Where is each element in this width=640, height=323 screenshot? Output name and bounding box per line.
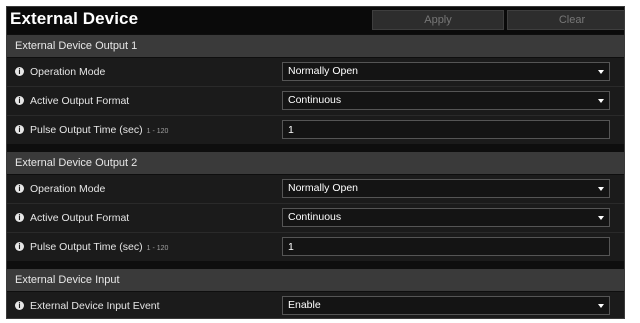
chevron-down-icon bbox=[598, 70, 604, 74]
info-icon[interactable]: i bbox=[15, 300, 24, 310]
row-label: i Pulse Output Time (sec) 1 - 120 bbox=[15, 233, 168, 261]
row-output2-active-output-format: i Active Output Format Continuous bbox=[7, 204, 624, 232]
output1-operation-mode-select[interactable]: Normally Open bbox=[282, 62, 610, 81]
operation-mode-label: Operation Mode bbox=[30, 183, 106, 195]
external-device-input-event-label: External Device Input Event bbox=[30, 300, 160, 312]
title-bar: External Device Apply Clear bbox=[7, 7, 624, 34]
select-value: Enable bbox=[288, 299, 321, 311]
range-hint: 1 - 120 bbox=[146, 128, 169, 135]
chevron-down-icon bbox=[598, 216, 604, 220]
row-output1-pulse-output-time: i Pulse Output Time (sec) 1 - 120 bbox=[7, 116, 624, 144]
active-output-format-label: Active Output Format bbox=[30, 212, 130, 224]
output2-active-output-format-select[interactable]: Continuous bbox=[282, 208, 610, 227]
select-value: Continuous bbox=[288, 211, 342, 223]
chevron-down-icon bbox=[598, 187, 604, 191]
output1-active-output-format-select[interactable]: Continuous bbox=[282, 91, 610, 110]
apply-button[interactable]: Apply bbox=[372, 10, 504, 30]
row-label: i Active Output Format bbox=[15, 204, 129, 232]
page-title: External Device bbox=[10, 9, 139, 28]
row-label: i Operation Mode bbox=[15, 58, 105, 86]
info-icon[interactable]: i bbox=[15, 212, 24, 222]
pulse-output-time-label: Pulse Output Time (sec) bbox=[30, 241, 143, 253]
row-output2-operation-mode: i Operation Mode Normally Open bbox=[7, 175, 624, 203]
row-output2-pulse-output-time: i Pulse Output Time (sec) 1 - 120 bbox=[7, 233, 624, 261]
select-value: Normally Open bbox=[288, 182, 359, 194]
input-event-select[interactable]: Enable bbox=[282, 296, 610, 315]
info-icon[interactable]: i bbox=[15, 183, 24, 193]
row-label: i Active Output Format bbox=[15, 87, 129, 115]
select-value: Normally Open bbox=[288, 65, 359, 77]
chevron-down-icon bbox=[598, 304, 604, 308]
pulse-output-time-label: Pulse Output Time (sec) bbox=[30, 124, 143, 136]
operation-mode-label: Operation Mode bbox=[30, 66, 106, 78]
range-hint: 1 - 120 bbox=[146, 245, 169, 252]
row-label: i Operation Mode bbox=[15, 175, 105, 203]
info-icon[interactable]: i bbox=[15, 124, 24, 134]
row-input-event: i External Device Input Event Enable bbox=[7, 292, 624, 318]
section-header-input: External Device Input bbox=[7, 269, 624, 291]
row-output1-operation-mode: i Operation Mode Normally Open bbox=[7, 58, 624, 86]
section-header-output-1: External Device Output 1 bbox=[7, 35, 624, 57]
row-output1-active-output-format: i Active Output Format Continuous bbox=[7, 87, 624, 115]
info-icon[interactable]: i bbox=[15, 66, 24, 76]
info-icon[interactable]: i bbox=[15, 241, 24, 251]
clear-button[interactable]: Clear bbox=[507, 10, 624, 30]
output2-operation-mode-select[interactable]: Normally Open bbox=[282, 179, 610, 198]
output1-pulse-output-time-input[interactable] bbox=[282, 120, 610, 139]
row-label: i External Device Input Event bbox=[15, 292, 160, 318]
section-header-output-2: External Device Output 2 bbox=[7, 152, 624, 174]
chevron-down-icon bbox=[598, 99, 604, 103]
active-output-format-label: Active Output Format bbox=[30, 95, 130, 107]
info-icon[interactable]: i bbox=[15, 95, 24, 105]
row-label: i Pulse Output Time (sec) 1 - 120 bbox=[15, 116, 168, 144]
external-device-panel: External Device Apply Clear External Dev… bbox=[6, 6, 625, 319]
output2-pulse-output-time-input[interactable] bbox=[282, 237, 610, 256]
select-value: Continuous bbox=[288, 94, 342, 106]
